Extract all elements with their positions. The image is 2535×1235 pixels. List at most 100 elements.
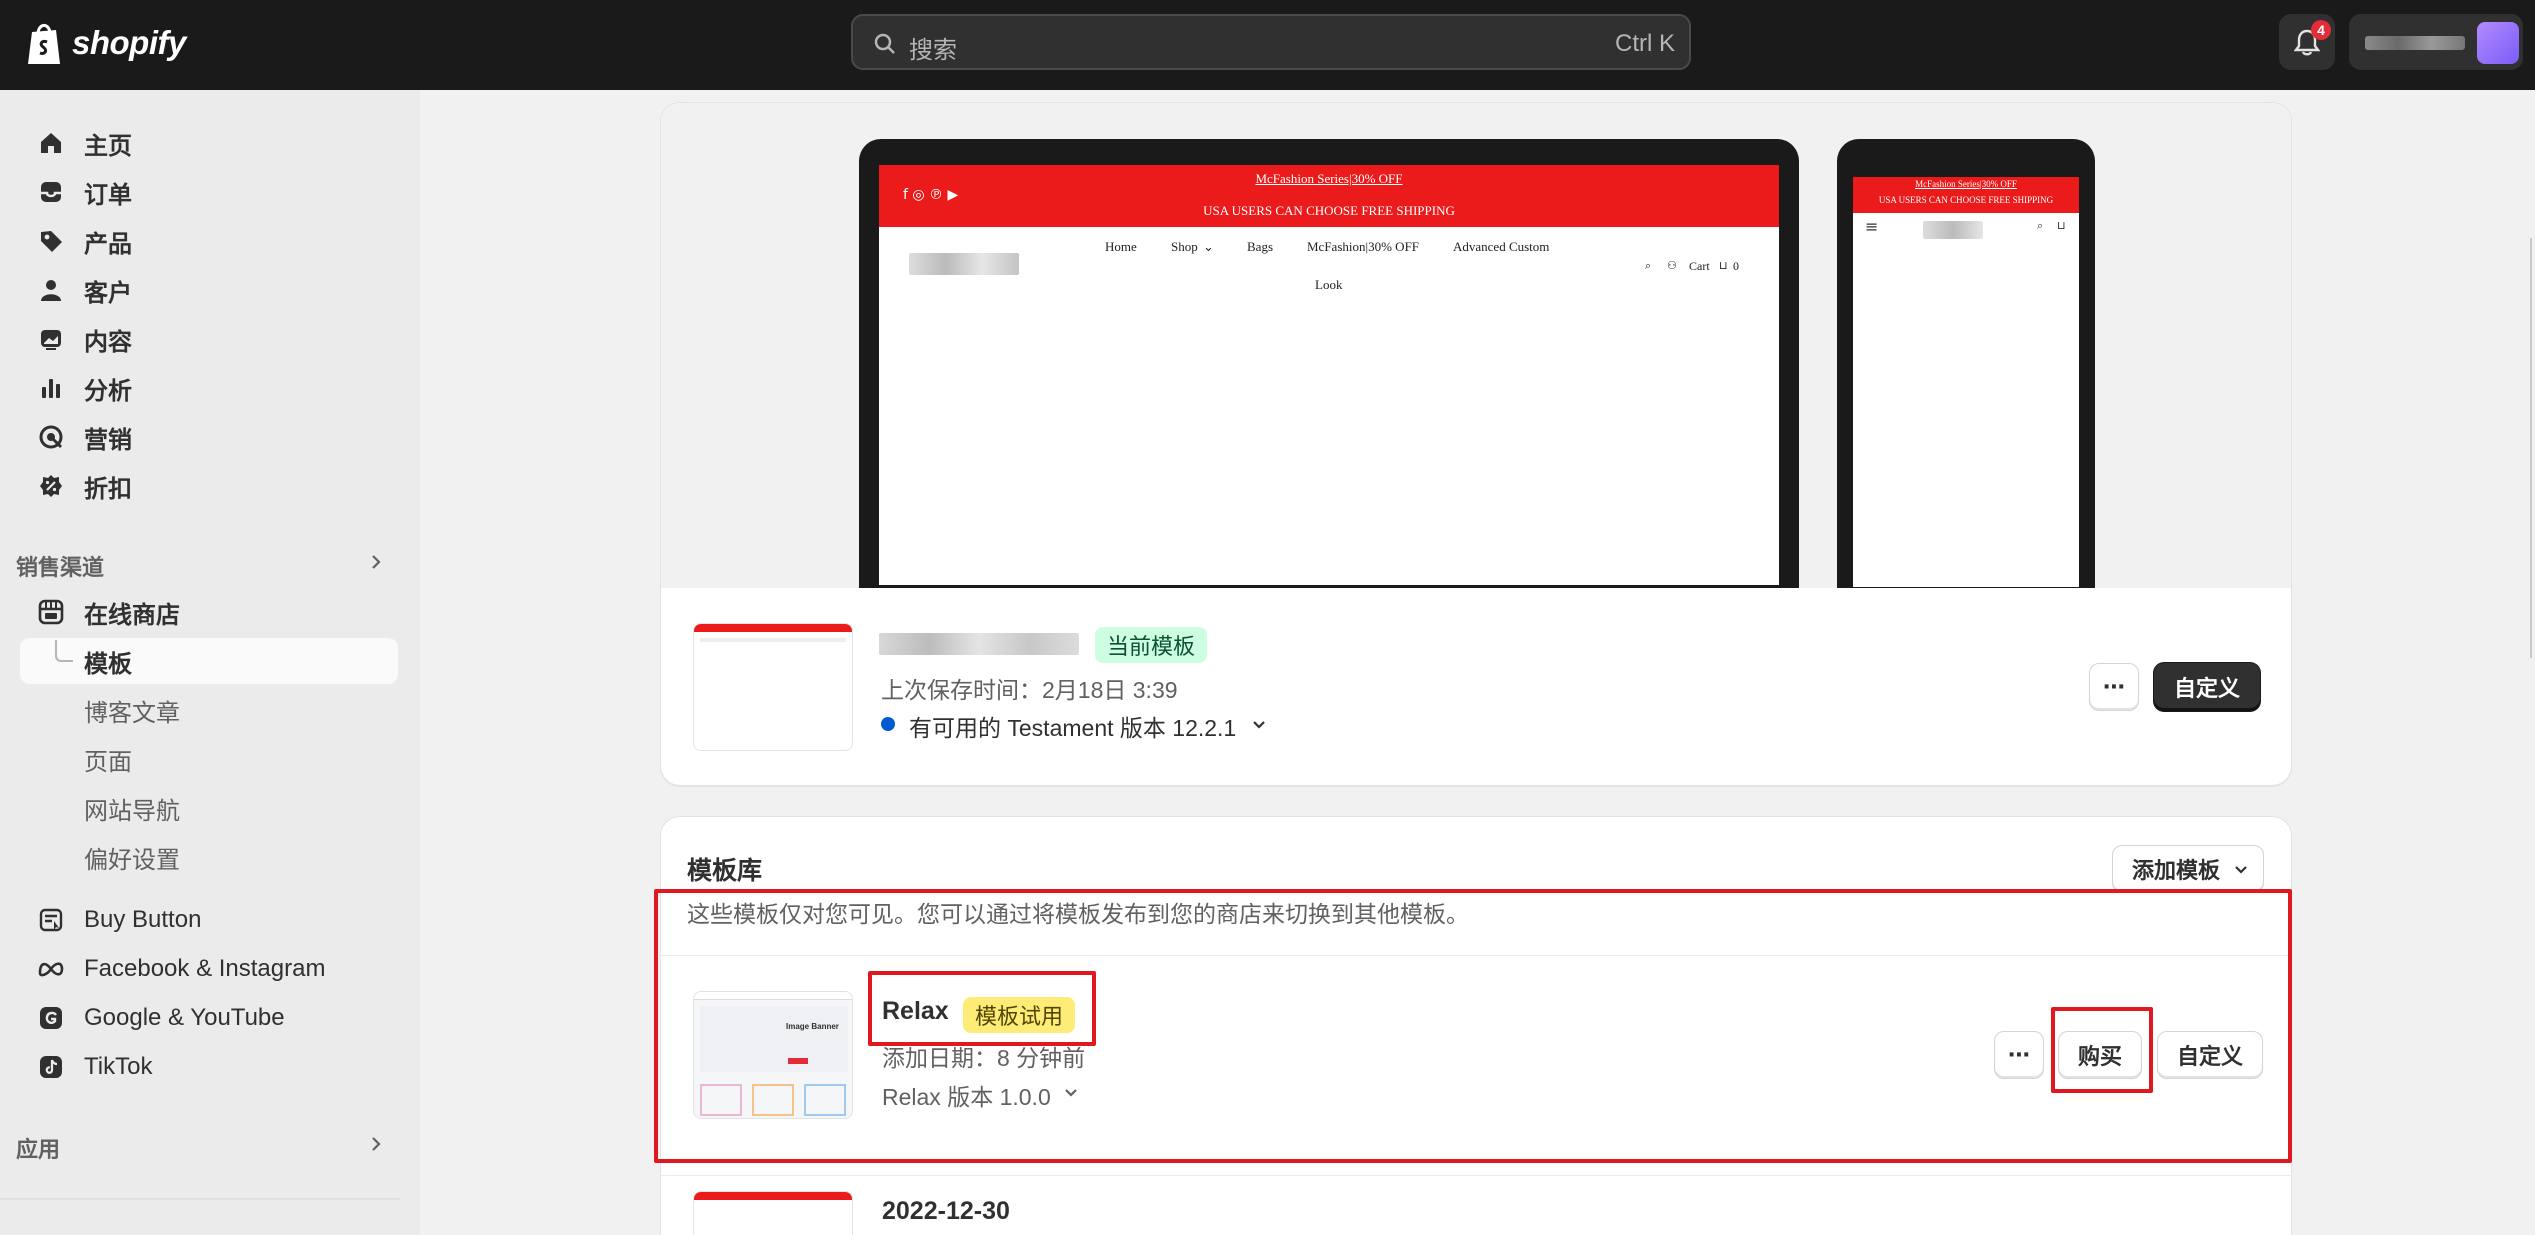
sidebar-subitem-label: 偏好设置 [84, 846, 180, 874]
chevron-down-icon[interactable] [1063, 1085, 1079, 1101]
sidebar-subitem-label: 页面 [84, 748, 132, 776]
preview-search-icon: ⌕ [1645, 259, 1652, 272]
divider [0, 1198, 400, 1200]
sidebar-subitem-preferences[interactable]: 偏好设置 [20, 834, 398, 880]
thumb-banner-heading: Image Banner [786, 1022, 839, 1031]
relax-more-button[interactable]: ⋯ [1994, 1031, 2044, 1079]
sidebar-item-orders[interactable]: 订单 [20, 169, 398, 215]
thumb-banner-button [788, 1058, 808, 1064]
chevron-right-icon[interactable] [368, 1136, 384, 1152]
chevron-right-icon[interactable] [368, 554, 384, 570]
relax-customize-button[interactable]: 自定义 [2157, 1031, 2263, 1079]
current-theme-more-button[interactable]: ⋯ [2089, 663, 2139, 711]
thumb-card [700, 1084, 742, 1116]
preview-account-icon: ⚇ [1667, 259, 1677, 272]
preview-cart-label: Cart [1689, 259, 1710, 273]
thumb-card [804, 1084, 846, 1116]
sidebar-item-google-youtube[interactable]: Google & YouTube [20, 995, 398, 1041]
sidebar-item-tiktok[interactable]: TikTok [20, 1044, 398, 1090]
sidebar-item-label: 订单 [84, 181, 132, 209]
sidebar-subitem-pages[interactable]: 页面 [20, 736, 398, 782]
sidebar-item-products[interactable]: 产品 [20, 218, 398, 264]
storefront-icon [36, 597, 66, 627]
add-theme-button[interactable]: 添加模板 [2112, 845, 2264, 893]
preview-cart-icon: ⊔ [1719, 259, 1728, 272]
inbox-icon [36, 177, 66, 207]
sidebar-subitem-blog-posts[interactable]: 博客文章 [20, 687, 398, 733]
social-icons: f ◎ ℗ ▶ [903, 187, 959, 203]
added-date-text: 添加日期：8 分钟前 [882, 1045, 1086, 1071]
store-menu-button[interactable] [2349, 14, 2523, 70]
sidebar-item-discounts[interactable]: 折扣 [20, 463, 398, 509]
sidebar-item-label: TikTok [84, 1053, 153, 1080]
notifications-button[interactable]: 4 [2279, 14, 2335, 70]
thumb-banner: Image Banner [700, 1006, 848, 1072]
thumb-nav [700, 638, 846, 642]
sidebar-subitem-themes[interactable]: 模板 [20, 638, 398, 684]
tree-connector [55, 640, 73, 662]
store-name-redacted [2365, 36, 2465, 50]
sidebar-item-customers[interactable]: 客户 [20, 267, 398, 313]
current-theme-customize-button[interactable]: 自定义 [2154, 663, 2260, 711]
theme-version-link[interactable]: Relax 版本 1.0.0 [882, 1078, 1051, 1112]
sidebar-subitem-navigation[interactable]: 网站导航 [20, 785, 398, 831]
sidebar-item-label: 分析 [84, 377, 132, 405]
chevron-down-icon: ⌄ [1203, 239, 1214, 254]
theme-name-redacted [879, 633, 1079, 655]
shopify-logo[interactable]: shopify [26, 20, 186, 66]
sidebar-item-label: Buy Button [84, 906, 202, 933]
sales-channels-header[interactable]: 销售渠道 [16, 550, 104, 582]
tag-icon [36, 226, 66, 256]
mobile-logo-redacted [1923, 221, 1983, 239]
sidebar-item-analytics[interactable]: 分析 [20, 365, 398, 411]
bar-chart-icon [36, 373, 66, 403]
avatar [2477, 22, 2519, 64]
theme-preview[interactable]: f ◎ ℗ ▶ McFashion Series|30% OFF USA USE… [661, 103, 2291, 588]
top-bar: shopify 搜索 Ctrl K 4 [0, 0, 2535, 90]
theme-library-card: 模板库 添加模板 这些模板仅对您可见。您可以通过将模板发布到您的商店来切换到其他… [660, 816, 2293, 1235]
sidebar-item-label: 营销 [84, 426, 132, 454]
more-actions-icon: ⋯ [2103, 674, 2125, 699]
sidebar-item-marketing[interactable]: 营销 [20, 414, 398, 460]
sidebar-item-label: Google & YouTube [84, 1004, 285, 1031]
scrollbar[interactable] [2530, 238, 2532, 658]
buy-button[interactable]: 购买 [2058, 1031, 2142, 1079]
sidebar-item-label: 内容 [84, 328, 132, 356]
update-dot [881, 717, 895, 731]
sidebar-item-label: 折扣 [84, 475, 132, 503]
divider [661, 1175, 2293, 1176]
sidebar-item-label: 主页 [84, 132, 132, 160]
theme-library-description: 这些模板仅对您可见。您可以通过将模板发布到您的商店来切换到其他模板。 [687, 901, 1469, 927]
sidebar-item-buy-button[interactable]: Buy Button [20, 897, 398, 943]
mobile-announcement-line-1: McFashion Series|30% OFF [1915, 179, 2017, 189]
chevron-down-icon[interactable] [1251, 717, 1267, 733]
preview-nav-link: Bags [1247, 239, 1273, 254]
sidebar-item-facebook-instagram[interactable]: Facebook & Instagram [20, 946, 398, 992]
person-icon [36, 275, 66, 305]
button-label: 自定义 [2176, 1044, 2243, 1069]
preview-nav-link: Home [1105, 239, 1137, 254]
sidebar-subitem-label: 模板 [84, 650, 132, 678]
announcement-bar: f ◎ ℗ ▶ McFashion Series|30% OFF USA USE… [879, 165, 1779, 227]
sidebar-item-content[interactable]: 内容 [20, 316, 398, 362]
divider [661, 955, 2293, 956]
brand-name: shopify [72, 24, 186, 61]
button-label: 购买 [2077, 1044, 2122, 1069]
thumb-announcement [694, 624, 852, 632]
update-available-link[interactable]: 有可用的 Testament 版本 12.2.1 [909, 709, 1236, 743]
sidebar-item-home[interactable]: 主页 [20, 120, 398, 166]
button-label: 自定义 [2173, 676, 2240, 701]
sidebar-item-label: 在线商店 [84, 601, 180, 629]
chevron-down-icon [2235, 866, 2247, 874]
menu-icon: ≡ [1865, 217, 1879, 236]
sidebar-subitem-label: 博客文章 [84, 699, 180, 727]
sidebar-item-online-store[interactable]: 在线商店 [20, 589, 398, 635]
discount-icon [36, 471, 66, 501]
mobile-announcement-bar: McFashion Series|30% OFF USA USERS CAN C… [1853, 177, 2079, 213]
search-input[interactable]: 搜索 Ctrl K [851, 14, 1691, 70]
mobile-preview-frame: McFashion Series|30% OFF USA USERS CAN C… [1837, 139, 2095, 588]
tiktok-icon [36, 1052, 66, 1082]
thumb-announcement [694, 1192, 852, 1200]
apps-header[interactable]: 应用 [16, 1132, 60, 1164]
relax-theme-thumbnail: Image Banner [693, 991, 853, 1119]
